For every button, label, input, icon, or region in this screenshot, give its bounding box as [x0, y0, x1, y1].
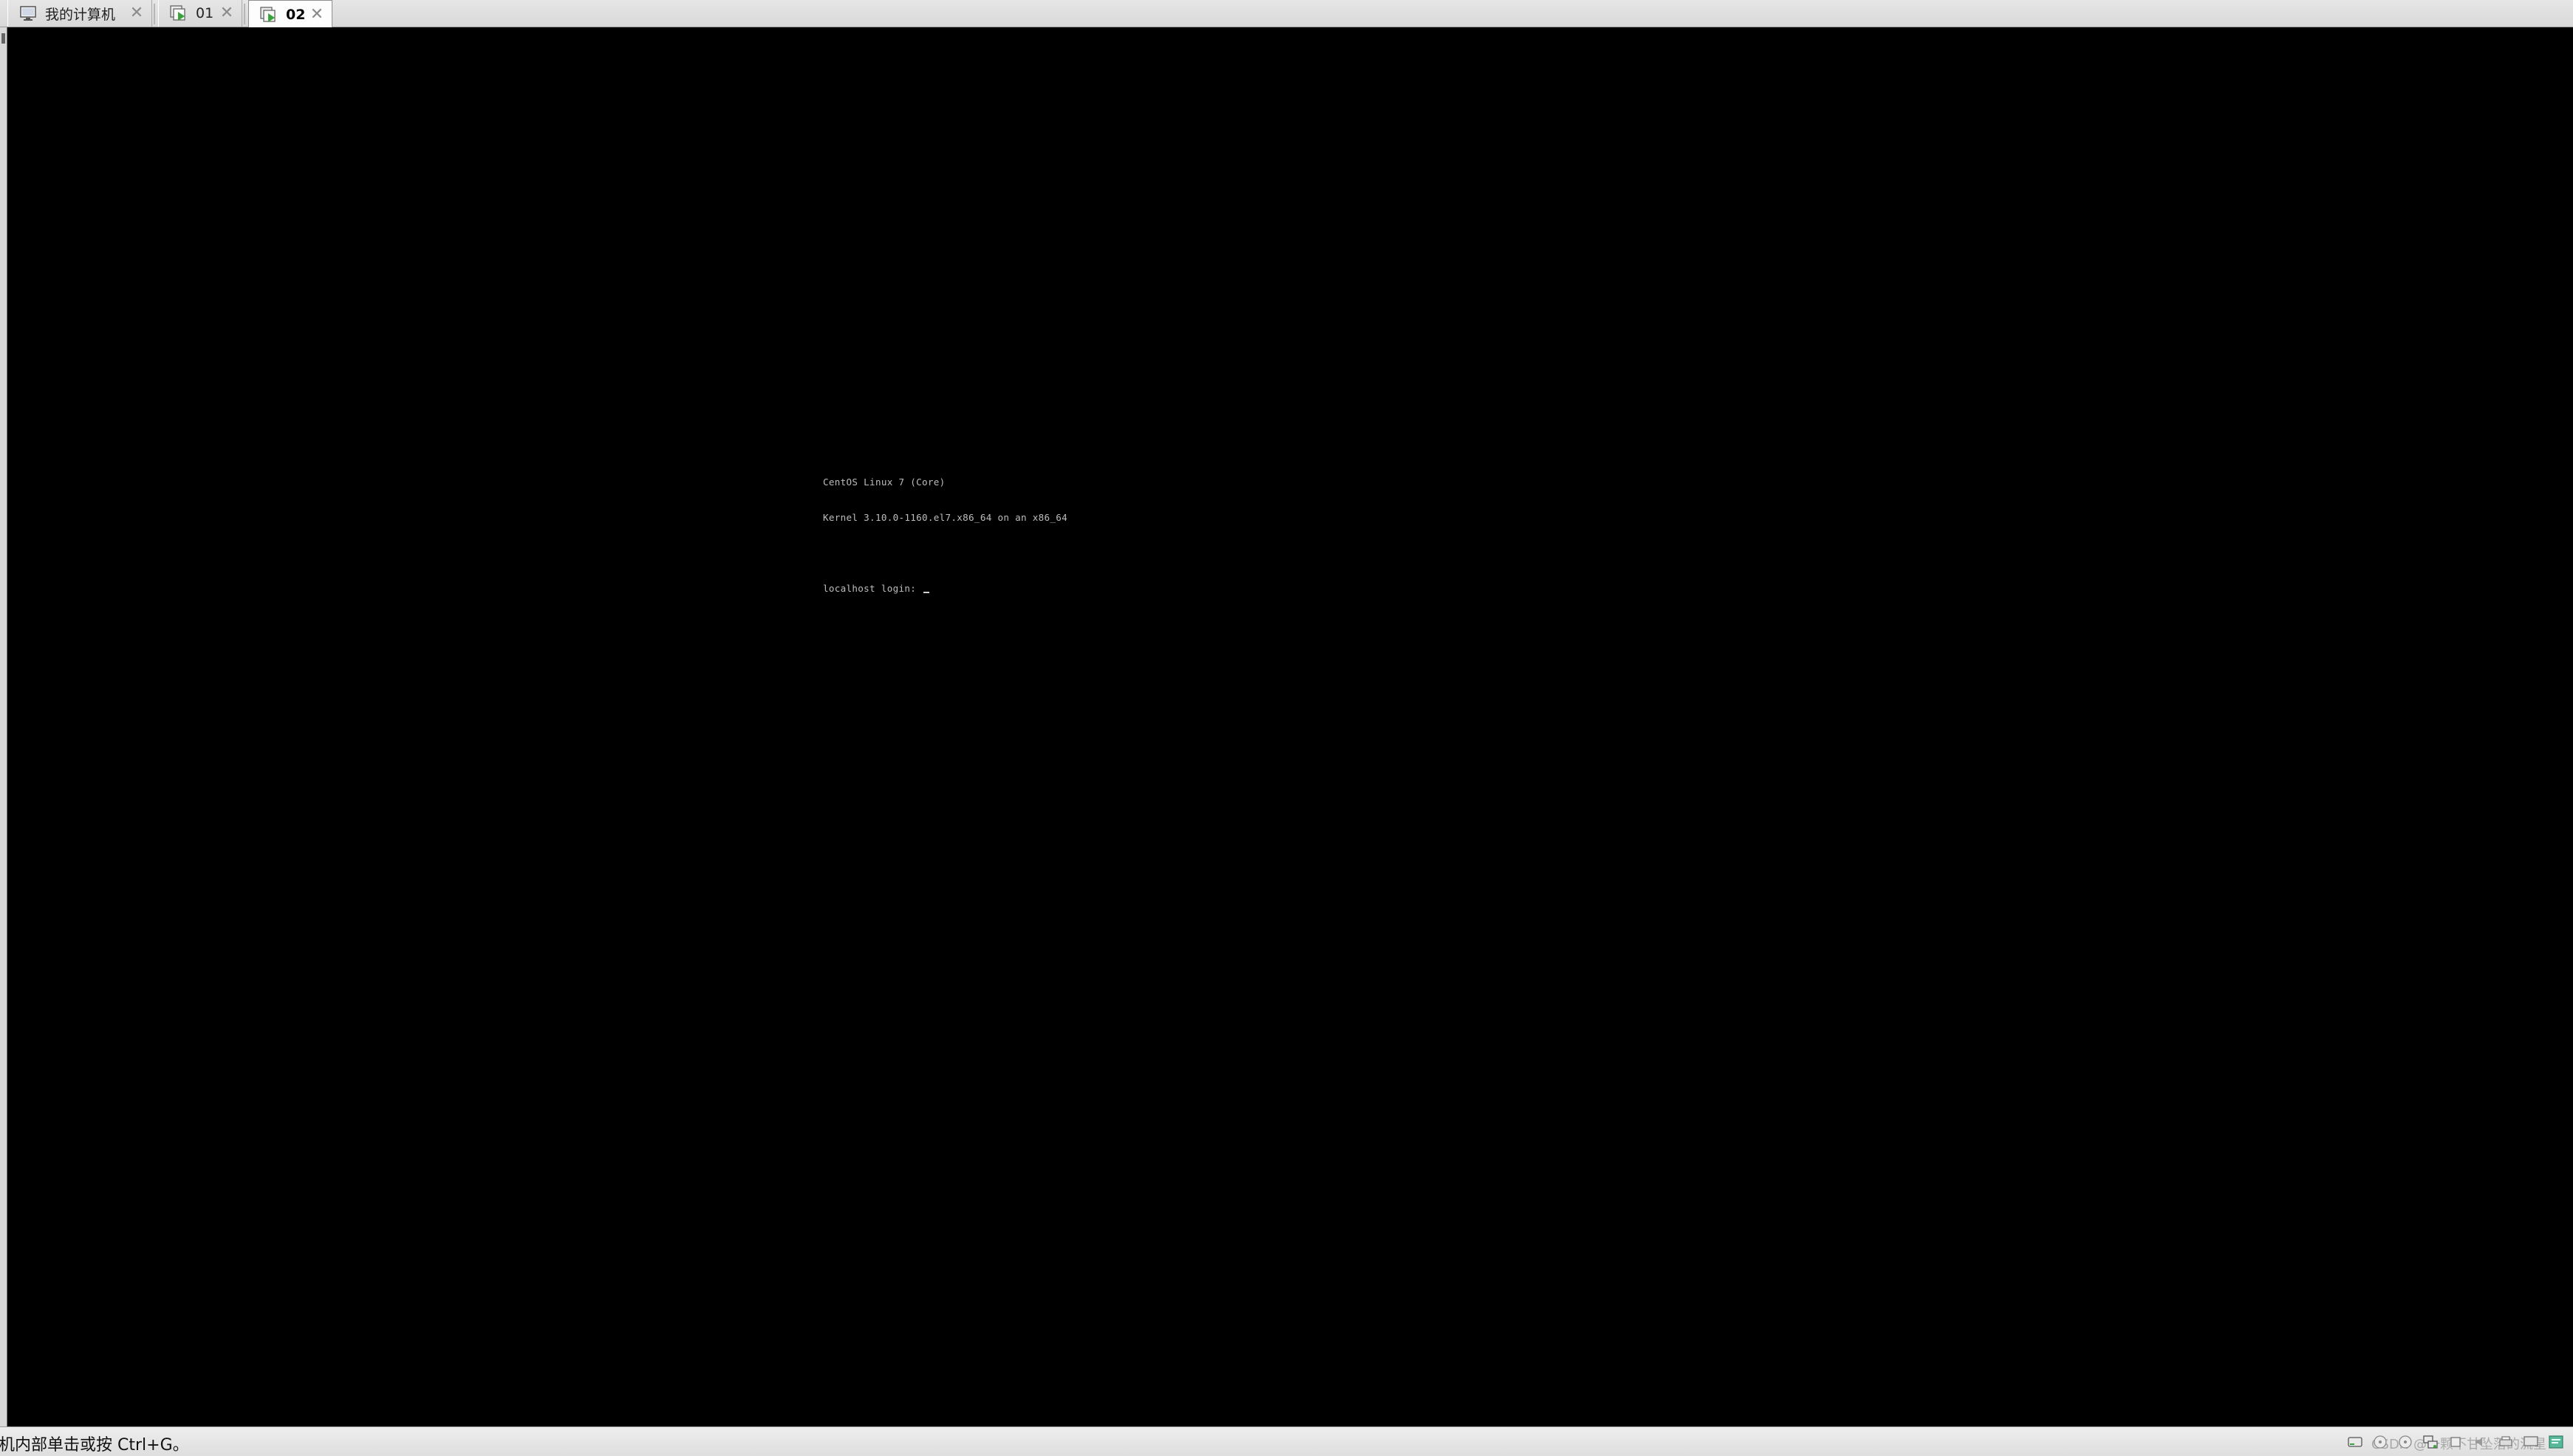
console-output: CentOS Linux 7 (Core) Kernel 3.10.0-1160…	[823, 453, 1067, 618]
hard-disk-icon[interactable]	[2345, 1432, 2365, 1452]
usb-icon[interactable]	[2446, 1432, 2465, 1452]
display-icon[interactable]	[2521, 1432, 2540, 1452]
console-line: CentOS Linux 7 (Core)	[823, 476, 946, 488]
tab-my-computer[interactable]: 我的计算机 ✕	[7, 0, 152, 27]
close-icon[interactable]: ✕	[308, 6, 326, 24]
tab-bar: 我的计算机 ✕ 01 ✕ 02 ✕	[0, 0, 2573, 28]
console-line: Kernel 3.10.0-1160.el7.x86_64 on an x86_…	[823, 512, 1068, 523]
device-icons	[2345, 1430, 2566, 1454]
status-bar: 机内部单击或按 Ctrl+G。 CSDN @一颗不甘坠落的流星	[0, 1426, 2573, 1456]
vmware-window: 我的计算机 ✕ 01 ✕ 02 ✕ CentOS Linux 7 (Core) …	[0, 0, 2573, 1456]
close-icon[interactable]: ✕	[218, 4, 236, 22]
sound-icon[interactable]	[2471, 1432, 2490, 1452]
printer-icon[interactable]	[2496, 1432, 2515, 1452]
tab-label: 02	[286, 6, 306, 23]
cd-rom-icon[interactable]	[2371, 1432, 2390, 1452]
tab-separator	[154, 4, 155, 24]
tab-vm-01[interactable]: 01 ✕	[158, 0, 242, 27]
network-adapter-icon[interactable]	[2421, 1432, 2440, 1452]
vm-console[interactable]: CentOS Linux 7 (Core) Kernel 3.10.0-1160…	[7, 27, 2573, 1426]
text-cursor	[923, 592, 929, 593]
cd-rom-icon[interactable]	[2396, 1432, 2415, 1452]
close-icon[interactable]: ✕	[128, 4, 146, 22]
pane-edge	[0, 27, 7, 1426]
tab-label: 我的计算机	[45, 6, 116, 23]
status-hint: 机内部单击或按 Ctrl+G。	[0, 1436, 189, 1455]
tab-separator	[244, 4, 245, 24]
computer-icon	[20, 6, 36, 21]
vm-running-icon	[260, 6, 276, 22]
tab-vm-02[interactable]: 02 ✕	[248, 0, 332, 28]
console-line: localhost login:	[823, 583, 922, 594]
console-login-prompt[interactable]: localhost login:	[823, 583, 1067, 595]
tab-label: 01	[196, 5, 214, 21]
message-icon[interactable]	[2546, 1432, 2566, 1452]
vm-running-icon	[170, 5, 185, 21]
pane-edge-marker	[1, 33, 5, 44]
